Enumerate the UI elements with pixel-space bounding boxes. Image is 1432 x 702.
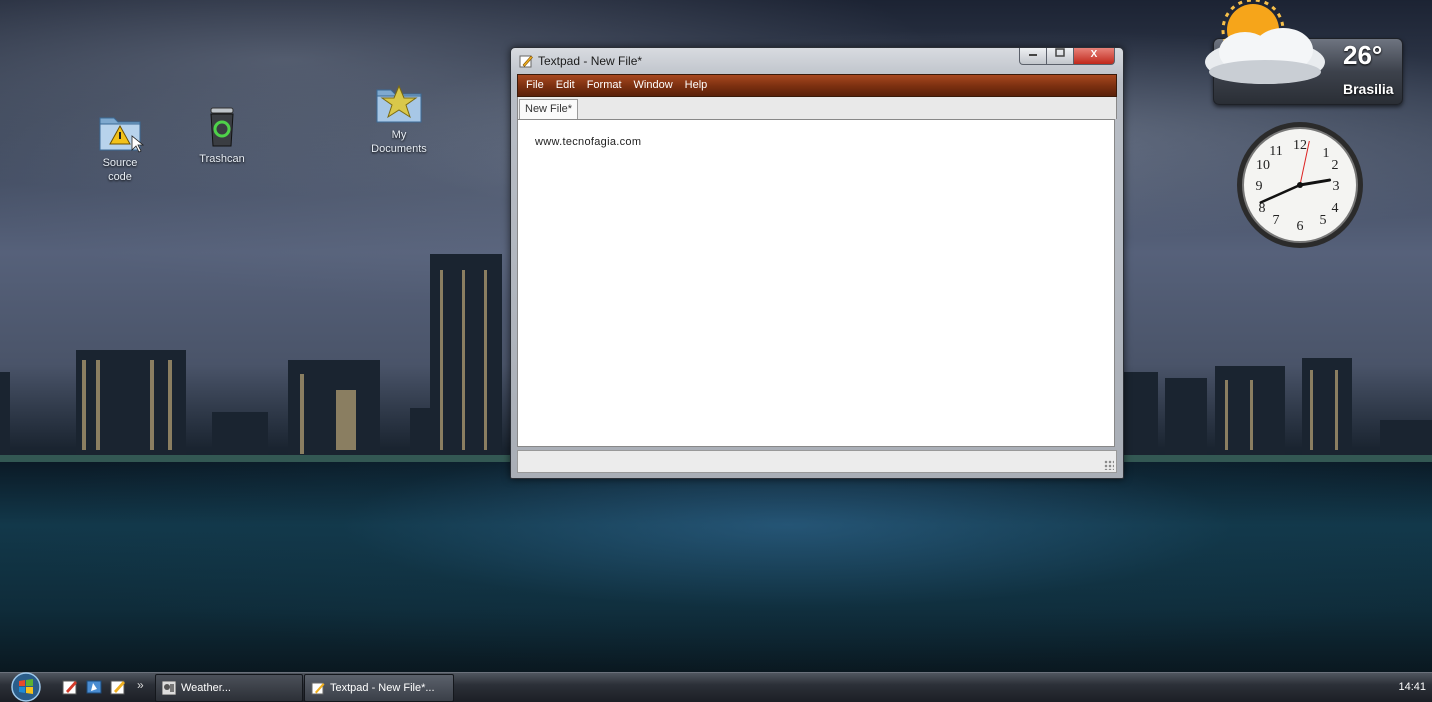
textpad-icon [311,682,325,695]
taskbar-item-label: Textpad - New File*... [330,682,435,694]
tray-clock[interactable]: 14:41 [1398,673,1426,701]
svg-text:4: 4 [1332,201,1339,216]
star-folder-icon [376,84,422,123]
desktop-icon-trashcan[interactable]: Trashcan [190,104,254,166]
editor-text: www.tecnofagia.com [535,136,642,148]
taskbar-item-label: Weather... [181,682,231,694]
menu-window[interactable]: Window [630,75,677,96]
svg-text:2: 2 [1332,158,1339,173]
svg-text:1: 1 [1323,146,1330,161]
desktop-icon-label: Trashcan [199,153,245,165]
tab-strip: New File* [517,97,1117,119]
menu-format[interactable]: Format [583,75,626,96]
resize-grip-icon[interactable] [1104,460,1114,470]
quicklaunch-explorer-icon[interactable] [86,679,102,695]
desktop-icon-source-code[interactable]: Source code [88,112,152,184]
weather-app-icon [162,681,176,695]
svg-text:11: 11 [1269,144,1282,159]
sun-cloud-icon [1205,0,1325,84]
menu-file[interactable]: File [522,75,548,96]
weather-widget[interactable]: 26° Brasilia [1195,0,1405,110]
quicklaunch-more-button[interactable]: » [137,678,144,692]
tab-new-file[interactable]: New File* [519,99,579,119]
taskbar-item-weather[interactable]: Weather... [155,674,303,702]
svg-text:6: 6 [1297,219,1304,234]
svg-text:10: 10 [1256,158,1270,173]
close-icon: X [1090,49,1098,60]
weather-temperature: 26° [1343,40,1383,70]
taskbar-item-textpad[interactable]: Textpad - New File*... [304,674,454,702]
status-bar [517,450,1117,473]
window-titlebar[interactable]: Textpad - New File* X [511,48,1123,74]
desktop-icon-my-documents[interactable]: My Documents [367,84,431,156]
maximize-icon [1055,48,1065,57]
wallpaper-water [0,462,1432,672]
desktop-icon-label: My Documents [371,129,427,155]
quicklaunch-notepad-icon[interactable] [62,679,78,695]
svg-text:7: 7 [1273,213,1280,228]
desktop-icon-label: Source code [102,157,138,183]
menu-edit[interactable]: Edit [552,75,579,96]
textpad-icon [519,55,533,68]
svg-text:12: 12 [1293,138,1307,153]
quicklaunch-textpad-icon[interactable] [110,679,126,695]
close-button[interactable]: X [1073,48,1115,65]
maximize-button[interactable] [1046,48,1074,65]
menu-help[interactable]: Help [681,75,712,96]
folder-warning-icon [99,117,144,153]
clock-widget[interactable]: 1212 345 678 91011 [1235,120,1365,250]
minimize-button[interactable] [1019,48,1047,65]
recycle-bin-icon [210,107,234,147]
start-button[interactable] [4,672,46,702]
svg-text:5: 5 [1320,213,1327,228]
window-title: Textpad - New File* [538,54,643,68]
minimize-icon [1029,54,1037,56]
weather-city: Brasilia [1343,81,1394,97]
taskbar: » Weather... Textpad - New File*... 14:4… [0,672,1432,702]
editor-area[interactable]: www.tecnofagia.com [517,119,1115,447]
textpad-window[interactable]: Textpad - New File* X File Edit Format W… [510,47,1124,479]
svg-text:3: 3 [1333,179,1340,194]
menu-bar: File Edit Format Window Help [517,74,1117,97]
svg-text:9: 9 [1256,179,1263,194]
